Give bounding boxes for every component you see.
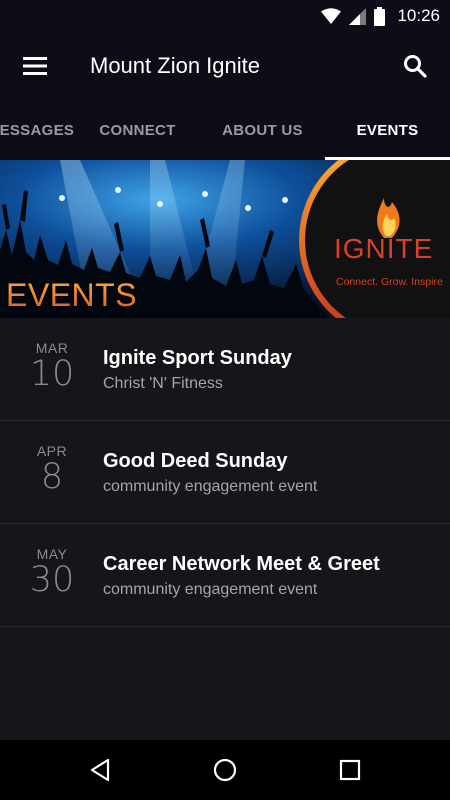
event-day: 30 [29, 560, 75, 600]
event-title: Career Network Meet & Greet [103, 553, 380, 575]
event-day: 8 [40, 457, 64, 497]
events-banner: EVENTS IGNITE Connect. Grow. Inspire [0, 160, 450, 318]
search-icon [404, 55, 427, 78]
event-date: MAR 10 [22, 340, 82, 392]
recents-icon [339, 759, 361, 781]
banner-heading: EVENTS [6, 277, 137, 313]
tab-bar: MESSAGES CONNECT ABOUT US EVENTS [0, 100, 450, 160]
status-time: 10:26 [397, 6, 440, 25]
banner-image: EVENTS IGNITE Connect. Grow. Inspire [0, 160, 450, 318]
recents-button[interactable] [325, 750, 375, 790]
back-icon [90, 758, 110, 782]
signal-icon [349, 7, 367, 25]
event-list: MAR 10 Ignite Sport Sunday Christ 'N' Fi… [0, 318, 450, 627]
wifi-icon [321, 8, 342, 24]
search-button[interactable] [394, 46, 436, 86]
event-subtitle: community engagement event [103, 478, 318, 495]
event-title: Ignite Sport Sunday [103, 347, 292, 369]
tab-events[interactable]: EVENTS [325, 100, 450, 160]
event-row[interactable]: MAY 30 Career Network Meet & Greet commu… [0, 524, 450, 627]
event-date: APR 8 [22, 443, 82, 495]
menu-button[interactable] [14, 46, 56, 86]
app-bar: Mount Zion Ignite [0, 32, 450, 100]
status-icons: 10:26 [321, 5, 440, 27]
event-subtitle: Christ 'N' Fitness [103, 375, 223, 392]
event-title: Good Deed Sunday [103, 450, 288, 472]
app-title: Mount Zion Ignite [90, 53, 260, 78]
banner-tagline: Connect. Grow. Inspire [336, 276, 443, 288]
event-day: 10 [29, 354, 75, 394]
back-button[interactable] [75, 750, 125, 790]
system-nav-bar [0, 740, 450, 800]
tab-connect[interactable]: CONNECT [75, 100, 200, 160]
event-subtitle: community engagement event [103, 581, 318, 598]
event-date: MAY 30 [22, 546, 82, 598]
menu-icon [23, 57, 47, 75]
home-button[interactable] [200, 750, 250, 790]
event-row[interactable]: APR 8 Good Deed Sunday community engagem… [0, 421, 450, 524]
tab-about-us[interactable]: ABOUT US [200, 100, 325, 160]
home-icon [213, 758, 237, 782]
banner-logo-text: IGNITE [334, 233, 433, 264]
status-bar: 10:26 [0, 0, 450, 32]
battery-icon [374, 6, 386, 26]
event-row[interactable]: MAR 10 Ignite Sport Sunday Christ 'N' Fi… [0, 318, 450, 421]
